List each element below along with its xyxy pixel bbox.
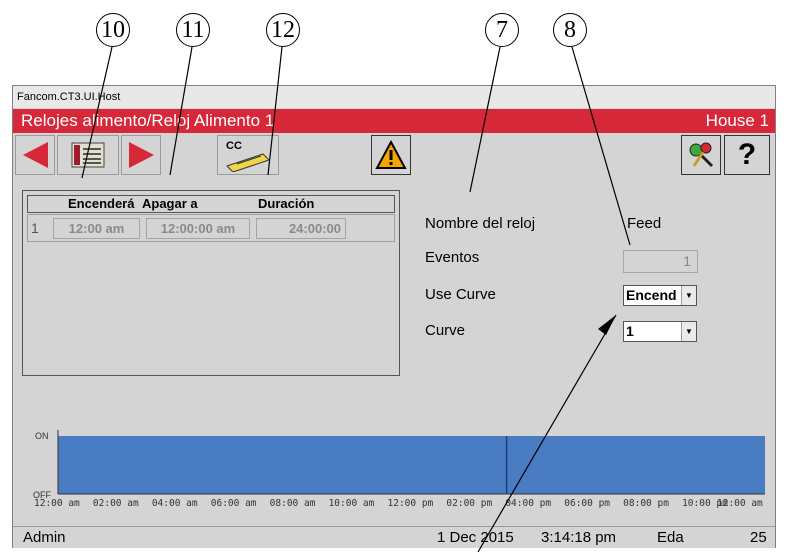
app-window: Fancom.CT3.UI.Host Relojes alimento/Relo… xyxy=(12,85,776,548)
table-row[interactable]: 1 12:00 am 12:00:00 am 24:00:00 xyxy=(27,214,395,242)
cc-button[interactable]: CC xyxy=(217,135,279,175)
help-icon: ? xyxy=(737,138,757,171)
clock-name-label: Nombre del reloj xyxy=(425,215,536,232)
events-label: Eventos xyxy=(425,249,480,266)
on-time-field[interactable]: 12:00 am xyxy=(53,218,140,239)
login-button[interactable] xyxy=(681,135,721,175)
forward-button[interactable] xyxy=(121,135,161,175)
status-bar: Admin 1 Dec 2015 3:14:18 pm Eda 25 xyxy=(13,526,775,548)
callout-10: 10 xyxy=(96,13,130,47)
table-header: Encenderá Apagar a Duración xyxy=(27,195,395,213)
x-tick-label: 08:00 pm xyxy=(623,498,669,509)
chevron-down-icon[interactable]: ▼ xyxy=(681,286,696,305)
status-mode: Eda xyxy=(657,529,684,546)
clock-chart: ON OFF 12:00 am 02:00 am 04:00 am 06:00 am 0… xyxy=(13,416,775,526)
header-off: Apagar a xyxy=(142,196,198,211)
header-on: Encenderá xyxy=(68,196,135,211)
x-tick-label: 06:00 pm xyxy=(564,498,611,509)
callout-8: 8 xyxy=(553,13,587,47)
x-tick-label: 12:00 am xyxy=(34,498,80,509)
header-duration: Duración xyxy=(258,196,315,211)
x-tick-label: 04:00 pm xyxy=(505,498,552,509)
x-tick-label: 12:00 pm xyxy=(387,498,434,509)
list-icon xyxy=(71,142,105,168)
use-curve-label: Use Curve xyxy=(425,286,496,303)
status-date: 1 Dec 2015 xyxy=(437,529,514,546)
alarm-button[interactable] xyxy=(371,135,411,175)
house-label: House 1 xyxy=(705,111,769,130)
callout-7: 7 xyxy=(485,13,519,47)
back-button[interactable] xyxy=(15,135,55,175)
x-tick-label: 02:00 pm xyxy=(446,498,493,509)
use-curve-value: Encend xyxy=(626,287,677,303)
off-time-field[interactable]: 12:00:00 am xyxy=(146,218,250,239)
back-arrow-icon xyxy=(23,142,48,168)
warning-icon xyxy=(375,140,407,169)
x-tick-label: 04:00 am xyxy=(151,498,198,509)
list-button[interactable] xyxy=(57,135,119,175)
x-tick-label: 06:00 am xyxy=(210,498,257,509)
x-tick-label: 12:00 am xyxy=(717,498,763,509)
forward-arrow-icon xyxy=(129,142,154,168)
callout-12: 12 xyxy=(266,13,300,47)
window-title: Fancom.CT3.UI.Host xyxy=(13,86,775,108)
page-title: Relojes alimento/Reloj Alimento 1 xyxy=(21,111,275,130)
curve-label: Curve xyxy=(425,322,466,339)
cc-text: CC xyxy=(226,140,242,152)
clock-table-panel: Encenderá Apagar a Duración 1 12:00 am 1… xyxy=(22,190,400,376)
keys-icon xyxy=(689,142,714,168)
x-tick-label: 02:00 am xyxy=(92,498,139,509)
x-tick-label: 10:00 am xyxy=(328,498,375,509)
chevron-down-icon[interactable]: ▼ xyxy=(681,322,696,341)
clock-name-value: Feed xyxy=(627,215,662,232)
curve-select[interactable]: 1 ▼ xyxy=(623,321,697,342)
cc-icon: CC xyxy=(226,140,270,172)
x-tick-label: 08:00 am xyxy=(269,498,316,509)
toolbar: CC ? xyxy=(13,133,775,179)
status-number: 25 xyxy=(750,529,767,546)
duration-field[interactable]: 24:00:00 xyxy=(256,218,346,239)
status-user: Admin xyxy=(23,529,66,546)
header-bar: Relojes alimento/Reloj Alimento 1 House … xyxy=(13,109,775,133)
curve-value: 1 xyxy=(626,323,634,339)
row-index: 1 xyxy=(31,220,39,236)
chart-plot xyxy=(57,430,765,495)
callout-11: 11 xyxy=(176,13,210,47)
events-field[interactable]: 1 xyxy=(623,250,698,273)
on-state-area xyxy=(58,436,765,494)
status-time: 3:14:18 pm xyxy=(541,529,617,546)
help-button[interactable]: ? xyxy=(724,135,770,175)
use-curve-select[interactable]: Encend ▼ xyxy=(623,285,697,306)
